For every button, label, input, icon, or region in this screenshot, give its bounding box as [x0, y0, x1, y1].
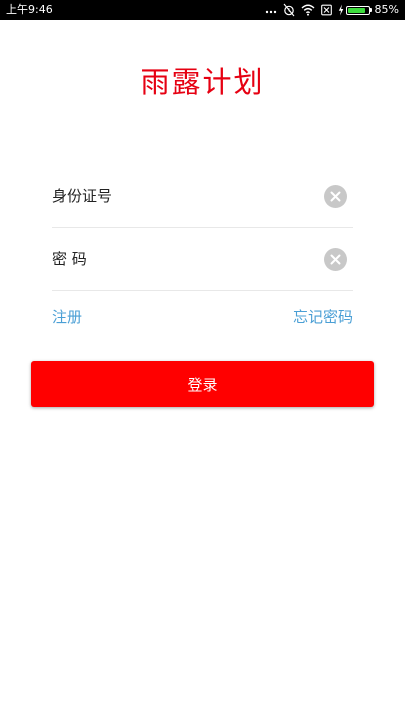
app-title: 雨露计划 [140, 65, 265, 99]
battery-tip [369, 8, 372, 12]
battery-percent: 85% [374, 3, 399, 16]
login-button[interactable]: 登录 [31, 361, 374, 407]
charging-bolt-icon [338, 0, 344, 20]
sim-card-icon [320, 0, 332, 20]
id-clear-button[interactable] [324, 185, 347, 208]
battery-body [345, 5, 370, 15]
id-number-row [52, 165, 353, 228]
password-input[interactable] [52, 228, 312, 290]
battery-level-fill [347, 7, 365, 13]
status-icons: 85% [265, 0, 399, 20]
more-dots-icon [265, 0, 277, 20]
battery-icon: 85% [338, 0, 399, 20]
status-bar: 上午9:46 85% [0, 0, 405, 20]
clear-icon [330, 191, 341, 202]
status-time: 上午9:46 [6, 3, 53, 16]
id-number-input[interactable] [52, 165, 312, 227]
password-row [52, 228, 353, 291]
wifi-icon [301, 0, 315, 20]
clear-icon [330, 254, 341, 265]
register-link[interactable]: 注册 [52, 306, 82, 328]
forgot-password-link[interactable]: 忘记密码 [293, 306, 353, 328]
password-clear-button[interactable] [324, 248, 347, 271]
alarm-icon [283, 0, 295, 20]
